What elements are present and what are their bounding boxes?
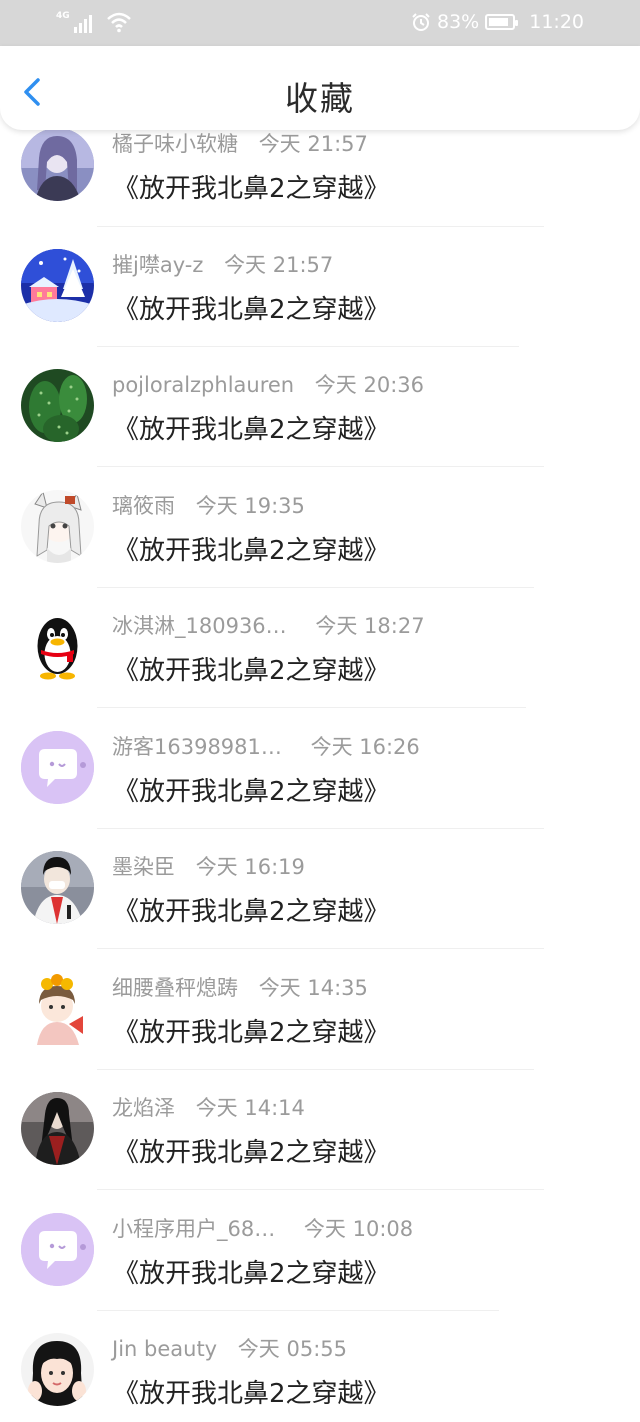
- battery-percent: 83%: [437, 11, 480, 33]
- list-item[interactable]: 细腰叠秤熄踌 今天 14:35 《放开我北鼻2之穿越》: [0, 972, 640, 1092]
- divider: [97, 346, 519, 347]
- item-time: 今天 21:57: [258, 132, 368, 156]
- item-time: 今天 05:55: [237, 1337, 347, 1361]
- status-bar: 4G 83% 11:20: [0, 0, 640, 46]
- list-item[interactable]: 小程序用户_68… 今天 10:08 《放开我北鼻2之穿越》: [0, 1213, 640, 1333]
- item-username: 游客16398981…: [112, 735, 282, 759]
- list-item[interactable]: 橘子味小软糖 今天 21:57 《放开我北鼻2之穿越》: [0, 128, 640, 248]
- divider: [97, 1310, 499, 1311]
- wifi-icon: [106, 12, 131, 33]
- signal-icon: [73, 13, 92, 33]
- item-username: 橘子味小软糖: [112, 132, 238, 156]
- avatar: [21, 1333, 94, 1406]
- clock: 11:20: [529, 11, 584, 33]
- divider: [97, 466, 544, 467]
- item-title: 《放开我北鼻2之穿越》: [113, 1018, 390, 1048]
- item-time: 今天 14:35: [258, 976, 368, 1000]
- divider: [97, 948, 544, 949]
- item-title: 《放开我北鼻2之穿越》: [113, 897, 390, 927]
- network-type: 4G: [56, 11, 70, 21]
- avatar: [21, 249, 94, 322]
- item-time: 今天 21:57: [224, 253, 334, 277]
- avatar: [21, 972, 94, 1045]
- list-item[interactable]: Jin beauty 今天 05:55 《放开我北鼻2之穿越》: [0, 1333, 640, 1422]
- item-username: 细腰叠秤熄踌: [112, 976, 238, 1000]
- list-item[interactable]: 冰淇淋_180936… 今天 18:27 《放开我北鼻2之穿越》: [0, 610, 640, 730]
- item-username: 小程序用户_68…: [112, 1217, 276, 1241]
- item-username: Jin beauty: [112, 1337, 218, 1361]
- penguin-avatar: [21, 610, 94, 683]
- list-item[interactable]: 墨染臣 今天 16:19 《放开我北鼻2之穿越》: [0, 851, 640, 971]
- battery-icon: [485, 14, 519, 30]
- item-username: 龙焰泽: [112, 1096, 175, 1120]
- item-time: 今天 18:27: [315, 614, 425, 638]
- item-username: pojloralzphlauren: [112, 373, 295, 397]
- avatar: [21, 369, 94, 442]
- avatar: [21, 490, 94, 563]
- default-avatar: [21, 731, 94, 804]
- alarm-icon: [412, 13, 430, 31]
- item-title: 《放开我北鼻2之穿越》: [113, 1138, 390, 1168]
- avatar: [21, 851, 94, 924]
- item-time: 今天 10:08: [303, 1217, 414, 1241]
- item-title: 《放开我北鼻2之穿越》: [113, 536, 390, 566]
- avatar: [21, 128, 94, 201]
- item-title: 《放开我北鼻2之穿越》: [113, 1259, 390, 1289]
- item-title: 《放开我北鼻2之穿越》: [113, 415, 390, 445]
- nav-header: 收藏: [0, 46, 640, 130]
- item-title: 《放开我北鼻2之穿越》: [113, 174, 390, 204]
- default-avatar: [21, 1213, 94, 1286]
- list-item[interactable]: 游客16398981… 今天 16:26 《放开我北鼻2之穿越》: [0, 731, 640, 851]
- item-time: 今天 14:14: [195, 1096, 305, 1120]
- divider: [97, 1069, 534, 1070]
- item-title: 《放开我北鼻2之穿越》: [113, 295, 390, 325]
- item-time: 今天 16:26: [310, 735, 420, 759]
- item-username: 墨染臣: [112, 855, 175, 879]
- item-username: 摧j噤ay-z: [112, 253, 204, 277]
- list-item[interactable]: 龙焰泽 今天 14:14 《放开我北鼻2之穿越》: [0, 1092, 640, 1212]
- item-title: 《放开我北鼻2之穿越》: [113, 777, 390, 807]
- favorites-screen: 橘子味小软糖 今天 21:57 《放开我北鼻2之穿越》 摧j噤ay-z 今天 2…: [0, 0, 640, 1422]
- divider: [97, 226, 544, 227]
- divider: [97, 587, 534, 588]
- item-title: 《放开我北鼻2之穿越》: [113, 656, 390, 686]
- item-time: 今天 19:35: [195, 494, 305, 518]
- list-item[interactable]: 璃筱雨 今天 19:35 《放开我北鼻2之穿越》: [0, 490, 640, 610]
- item-username: 璃筱雨: [112, 494, 175, 518]
- divider: [97, 828, 544, 829]
- divider: [97, 707, 526, 708]
- list-item[interactable]: 摧j噤ay-z 今天 21:57 《放开我北鼻2之穿越》: [0, 249, 640, 369]
- item-time: 今天 16:19: [195, 855, 305, 879]
- item-title: 《放开我北鼻2之穿越》: [113, 1379, 390, 1409]
- item-username: 冰淇淋_180936…: [112, 614, 287, 638]
- list-item[interactable]: pojloralzphlauren 今天 20:36 《放开我北鼻2之穿越》: [0, 369, 640, 489]
- item-time: 今天 20:36: [314, 373, 424, 397]
- page-title: 收藏: [285, 79, 355, 118]
- avatar: [21, 1092, 94, 1165]
- divider: [97, 1189, 544, 1190]
